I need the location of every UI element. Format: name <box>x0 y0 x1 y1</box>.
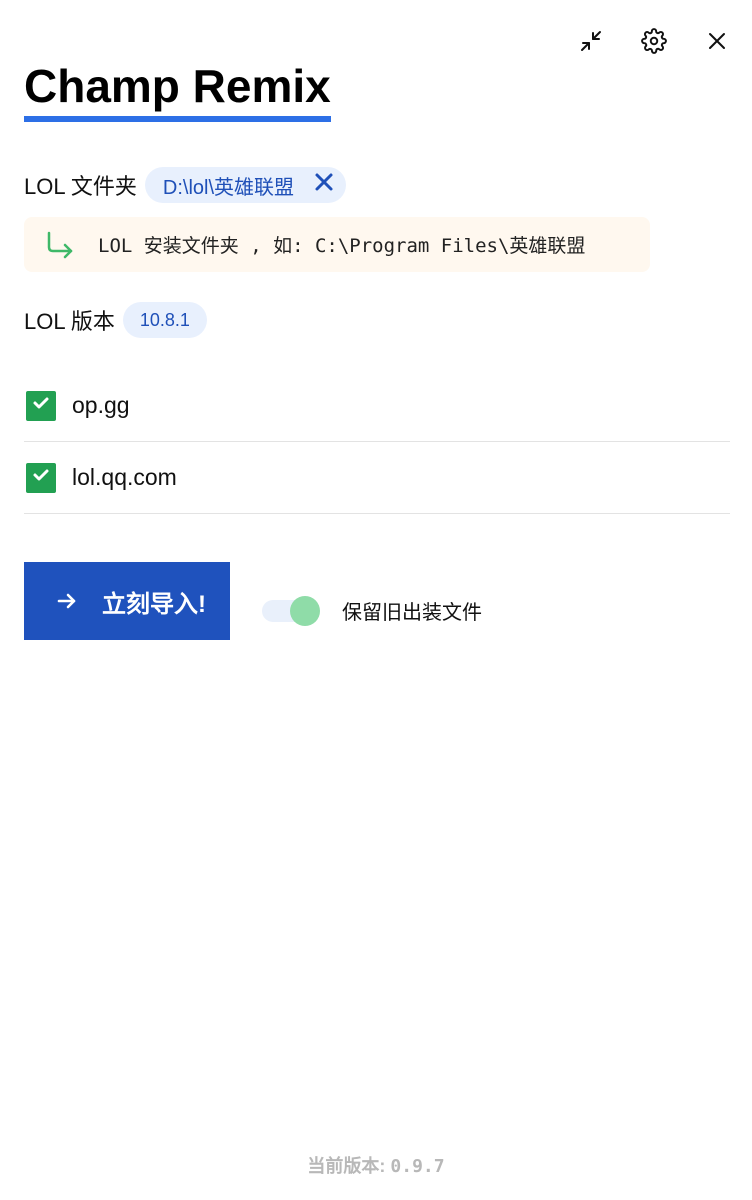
version-chip: 10.8.1 <box>122 302 207 338</box>
check-icon <box>31 393 51 418</box>
source-list: op.gg lol.qq.com <box>24 370 730 514</box>
version-row: LOL 版本 10.8.1 <box>24 302 207 338</box>
footer-label: 当前版本: <box>307 1156 386 1176</box>
source-checkbox[interactable] <box>26 390 56 421</box>
keep-old-label: 保留旧出装文件 <box>342 602 482 624</box>
check-icon <box>31 465 51 490</box>
app-version: 0.9.7 <box>390 1156 445 1177</box>
import-label: 立刻导入! <box>102 590 206 618</box>
app-title: Champ Remix <box>24 58 331 122</box>
footer: 当前版本: 0.9.7 <box>0 1152 752 1178</box>
folder-chip[interactable]: D:\lol\英雄联盟 <box>144 167 347 203</box>
clear-folder-button[interactable] <box>312 173 336 197</box>
keep-old-toggle[interactable] <box>262 595 320 626</box>
version-label: LOL 版本 <box>24 309 115 334</box>
gear-icon <box>641 28 667 54</box>
toggle-knob <box>290 595 320 626</box>
arrow-right-icon <box>56 590 78 612</box>
app-window: Champ Remix LOL 文件夹 D:\lol\英雄联盟 LOL 安装文件… <box>0 0 752 1200</box>
close-icon <box>707 31 727 51</box>
close-icon <box>314 172 334 198</box>
window-controls <box>543 26 732 56</box>
minimize-button[interactable] <box>576 26 606 56</box>
return-arrow-icon <box>44 229 76 261</box>
import-button[interactable]: 立刻导入! <box>24 562 230 640</box>
folder-path: D:\lol\英雄联盟 <box>162 176 295 199</box>
folder-label: LOL 文件夹 <box>24 174 137 199</box>
close-button[interactable] <box>702 26 732 56</box>
source-item-opgg[interactable]: op.gg <box>24 370 730 442</box>
keep-old-toggle-row[interactable]: 保留旧出装文件 <box>262 595 482 626</box>
source-checkbox[interactable] <box>26 462 56 493</box>
hint-text: LOL 安装文件夹 , 如: C:\Program Files\英雄联盟 <box>98 235 586 257</box>
minimize-icon <box>579 29 603 53</box>
folder-row: LOL 文件夹 D:\lol\英雄联盟 <box>24 167 347 203</box>
settings-button[interactable] <box>639 26 669 56</box>
folder-hint: LOL 安装文件夹 , 如: C:\Program Files\英雄联盟 <box>24 217 650 272</box>
source-label: lol.qq.com <box>72 464 177 490</box>
source-label: op.gg <box>72 392 130 418</box>
source-item-lolqq[interactable]: lol.qq.com <box>24 442 730 514</box>
